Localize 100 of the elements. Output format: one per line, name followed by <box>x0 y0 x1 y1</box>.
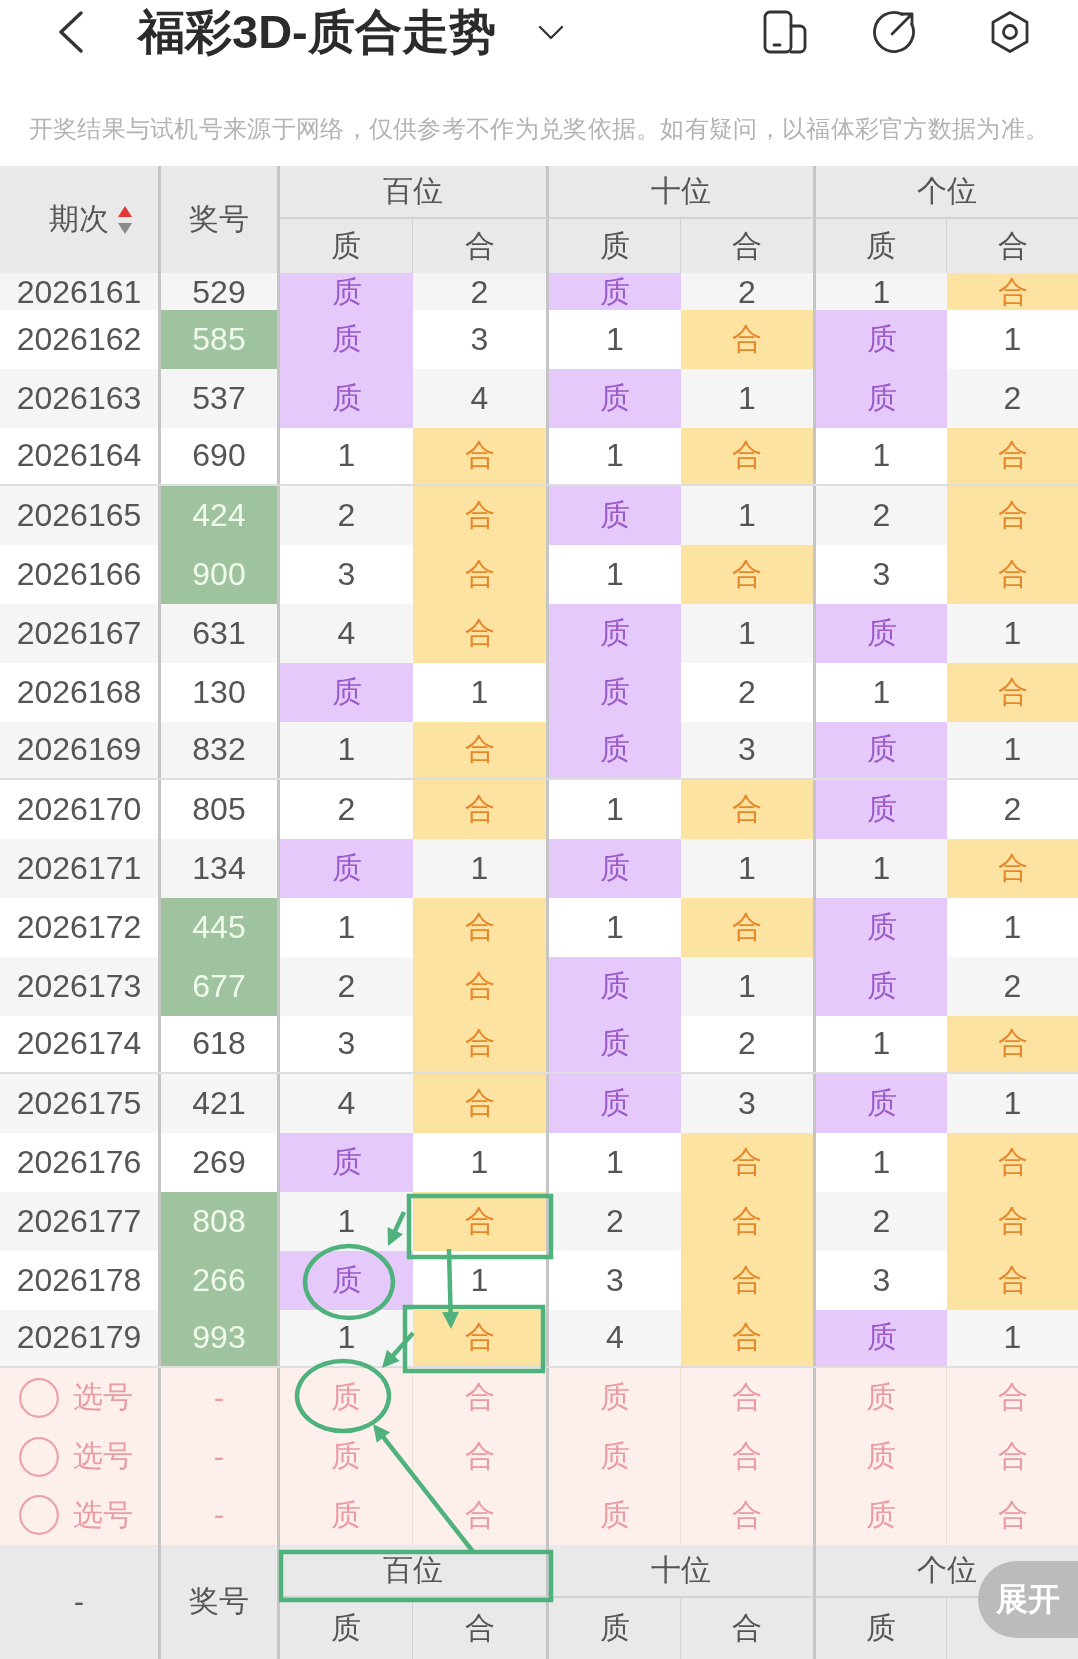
gap-count: 2 <box>1003 967 1022 1005</box>
pick-option[interactable]: 合 <box>997 1377 1028 1419</box>
pick-option[interactable]: 合 <box>732 1494 762 1536</box>
pick-option[interactable]: 质 <box>866 1436 896 1478</box>
prime-cell: 质 <box>280 1133 413 1192</box>
gap-count: 1 <box>470 1144 489 1182</box>
number-cell: - <box>214 1380 224 1415</box>
pick-label[interactable]: 选号 <box>73 1377 133 1419</box>
group-header: 十位 <box>651 1551 711 1588</box>
pick-option[interactable]: 质 <box>331 1436 361 1478</box>
gap-count: 1 <box>1003 1085 1022 1123</box>
prime-cell: 质 <box>816 604 947 663</box>
prime-cell: 质 <box>816 1074 947 1134</box>
pick-option[interactable]: 质 <box>599 1436 630 1478</box>
gap-count: 2 <box>337 967 356 1005</box>
expand-button[interactable]: 展开 <box>978 1561 1078 1638</box>
gap-count: 1 <box>606 437 624 475</box>
gap-count: 2 <box>738 275 756 308</box>
composite-cell: 合 <box>681 427 816 485</box>
pick-option[interactable]: 合 <box>997 1494 1028 1536</box>
gap-count: 3 <box>738 1085 756 1123</box>
group-header: 个位 <box>917 1551 977 1588</box>
pick-option[interactable]: 质 <box>599 1377 630 1419</box>
gap-count: 1 <box>738 850 756 888</box>
column-header: 质 <box>331 1609 361 1646</box>
composite-cell: 合 <box>681 780 816 840</box>
radio-button[interactable] <box>19 1436 59 1477</box>
group-header: 十位 <box>651 173 711 209</box>
prime-cell: 质 <box>549 721 681 779</box>
pick-option[interactable]: 合 <box>464 1436 495 1478</box>
gap-count: 1 <box>606 1144 624 1182</box>
column-header: 质 <box>599 227 630 264</box>
gap-count: 1 <box>872 850 891 888</box>
pick-option[interactable]: 合 <box>464 1377 495 1419</box>
radio-button[interactable] <box>19 1377 59 1418</box>
gap-count: 3 <box>872 556 891 594</box>
composite-cell: 合 <box>413 956 549 1016</box>
pick-option[interactable]: 合 <box>732 1436 762 1478</box>
gap-count: 2 <box>738 1025 756 1063</box>
radio-button[interactable] <box>19 1495 59 1536</box>
gap-count: 1 <box>337 731 356 769</box>
gap-count: 1 <box>872 1144 891 1182</box>
column-header: - <box>74 1584 84 1619</box>
gap-count: 3 <box>606 1261 624 1299</box>
composite-cell: 合 <box>947 1015 1078 1073</box>
gap-count: 4 <box>337 1085 356 1123</box>
gap-count: 3 <box>337 556 356 594</box>
composite-cell: 合 <box>947 662 1078 722</box>
pick-option[interactable]: 质 <box>866 1494 896 1536</box>
share-icon[interactable] <box>872 10 916 54</box>
gap-count: 1 <box>738 614 756 652</box>
column-header: 质 <box>866 1609 896 1646</box>
composite-cell: 合 <box>681 545 816 604</box>
gap-count: 3 <box>738 731 756 769</box>
column-header: 质 <box>599 1609 630 1646</box>
gap-count: 1 <box>738 497 756 535</box>
gap-count: 1 <box>470 1261 489 1299</box>
pick-label[interactable]: 选号 <box>73 1436 133 1478</box>
prime-cell: 质 <box>549 273 681 310</box>
pick-label[interactable]: 选号 <box>73 1494 133 1536</box>
pick-option[interactable]: 合 <box>997 1436 1028 1478</box>
composite-cell: 合 <box>947 839 1078 898</box>
prime-cell: 质 <box>549 956 681 1016</box>
prime-cell: 质 <box>816 368 947 428</box>
gap-count: 4 <box>606 1319 624 1357</box>
composite-cell: 合 <box>947 1191 1078 1251</box>
prime-cell: 质 <box>280 273 413 310</box>
column-header: 质 <box>331 227 361 264</box>
phone-tablet-icon[interactable] <box>763 10 807 54</box>
column-header: 质 <box>866 227 896 264</box>
number-cell: 445 <box>161 897 280 957</box>
column-header: 合 <box>464 227 495 264</box>
chevron-down-icon[interactable] <box>537 24 564 40</box>
pick-option[interactable]: 合 <box>464 1494 495 1536</box>
gap-count: 1 <box>872 275 891 308</box>
sort-icon[interactable] <box>117 204 133 235</box>
back-icon[interactable] <box>58 11 84 53</box>
pick-option[interactable]: 质 <box>331 1377 361 1419</box>
composite-cell: 合 <box>947 545 1078 604</box>
pick-option[interactable]: 质 <box>866 1377 896 1419</box>
pick-option[interactable]: 质 <box>331 1494 361 1536</box>
gap-count: 1 <box>606 556 624 594</box>
gap-count: 1 <box>872 1025 891 1063</box>
pick-option[interactable]: 质 <box>599 1494 630 1536</box>
group-header: 百位 <box>383 173 443 209</box>
prime-cell: 质 <box>549 1015 681 1073</box>
gap-count: 1 <box>337 1202 356 1240</box>
composite-cell: 合 <box>413 1015 549 1073</box>
number-cell: 266 <box>161 1250 280 1310</box>
prime-cell: 质 <box>816 780 947 840</box>
composite-cell: 合 <box>947 427 1078 485</box>
composite-cell: 合 <box>681 1191 816 1251</box>
gap-count: 3 <box>872 1261 891 1299</box>
gap-count: 2 <box>738 673 756 711</box>
pick-option[interactable]: 合 <box>732 1377 762 1419</box>
prime-cell: 质 <box>816 310 947 369</box>
number-cell: 900 <box>161 545 280 604</box>
gap-count: 1 <box>337 1319 356 1357</box>
column-header: 合 <box>732 1609 762 1646</box>
gap-count: 1 <box>1003 320 1022 358</box>
